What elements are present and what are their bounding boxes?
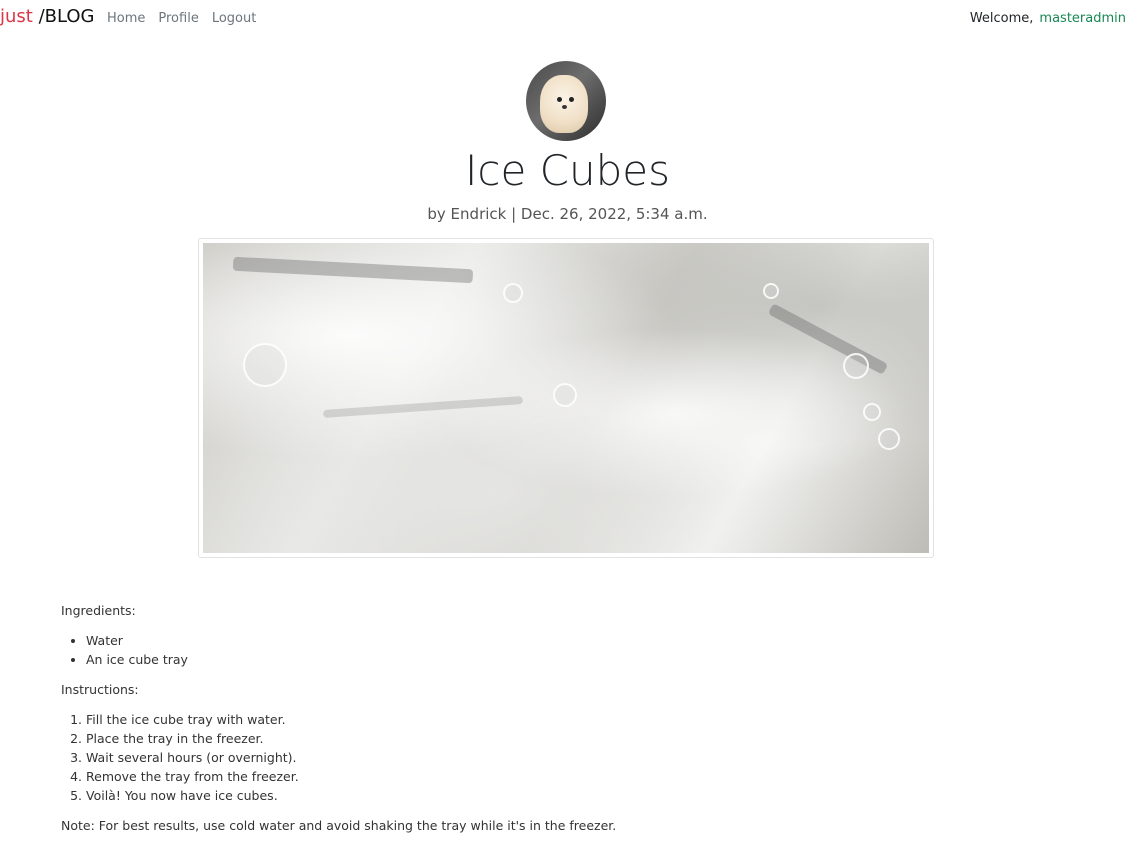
brand-part-blog: /BLOG (32, 6, 95, 27)
author-avatar (526, 61, 606, 141)
image-bubble (878, 428, 900, 450)
navbar: just /BLOG Home Profile Logout Welcome, m… (0, 0, 1135, 36)
post-byline: by Endrick | Dec. 26, 2022, 5:34 a.m. (427, 205, 708, 223)
nav-logout-link[interactable]: Logout (212, 11, 257, 26)
avatar-eye-left (557, 97, 562, 102)
ingredient-item: An ice cube tray (86, 650, 1061, 669)
avatar-eye-right (569, 97, 574, 102)
nav-links: Home Profile Logout (107, 11, 269, 26)
avatar-dog-photo (540, 75, 588, 133)
ingredient-item: Water (86, 631, 1061, 650)
avatar-nose (562, 105, 567, 109)
image-bubble (243, 343, 287, 387)
instruction-step: Fill the ice cube tray with water. (86, 710, 1061, 729)
ingredients-label: Ingredients: (61, 603, 136, 618)
instruction-step: Place the tray in the freezer. (86, 729, 1061, 748)
nav-home-link[interactable]: Home (107, 11, 145, 26)
post-content: Ingredients: Water An ice cube tray Inst… (61, 603, 1061, 833)
image-shadow-streak (232, 256, 474, 284)
welcome-label: Welcome, (969, 11, 1034, 26)
instruction-step: Remove the tray from the freezer. (86, 767, 1061, 786)
post-image-frame (198, 238, 934, 558)
image-bubble (763, 283, 779, 299)
nav-profile-link[interactable]: Profile (158, 11, 198, 26)
image-bubble (863, 403, 881, 421)
instructions-label: Instructions: (61, 682, 139, 697)
brand-part-just: just (0, 6, 33, 27)
ingredients-list: Water An ice cube tray (61, 631, 1061, 669)
post-note: Note: For best results, use cold water a… (61, 818, 617, 833)
welcome-message: Welcome, masteradmin (970, 11, 1126, 26)
brand-logo[interactable]: just /BLOG (0, 6, 95, 27)
image-shadow-streak (767, 303, 889, 375)
post-image-ice-cubes (203, 243, 929, 553)
image-bubble (503, 283, 523, 303)
instruction-step: Wait several hours (or overnight). (86, 748, 1061, 767)
image-shadow-streak (322, 396, 524, 418)
username-link[interactable]: masteradmin (1039, 11, 1126, 26)
image-bubble (553, 383, 577, 407)
image-bubble (843, 353, 869, 379)
instructions-list: Fill the ice cube tray with water. Place… (61, 710, 1061, 805)
post-title: Ice Cubes (465, 146, 670, 195)
instruction-step: Voilà! You now have ice cubes. (86, 786, 1061, 805)
